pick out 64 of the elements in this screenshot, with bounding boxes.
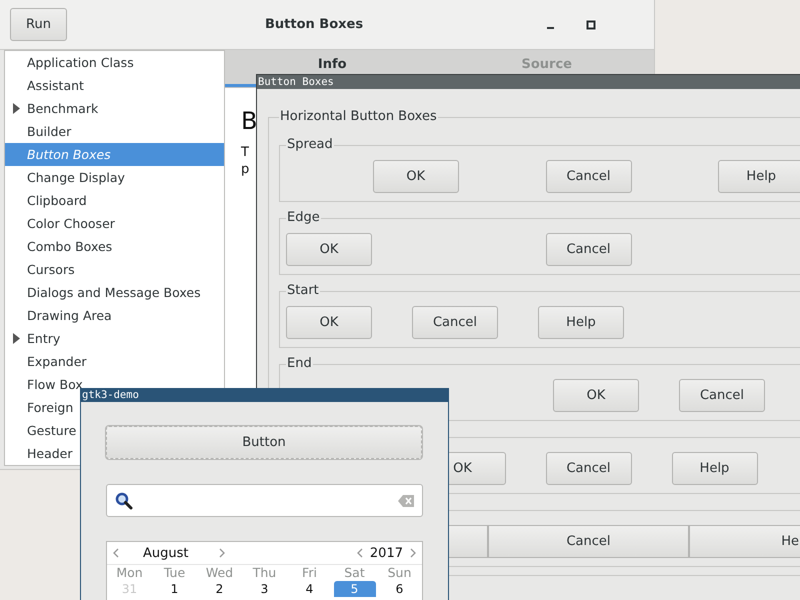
demo-list-item[interactable]: Dialogs and Message Boxes bbox=[5, 281, 224, 304]
dialog-button[interactable]: He bbox=[689, 525, 800, 558]
previous-year-icon[interactable] bbox=[356, 548, 363, 558]
frame-label: End bbox=[286, 356, 313, 372]
search-field[interactable] bbox=[106, 484, 423, 517]
window-title: Button Boxes bbox=[258, 76, 334, 88]
frame-label: Edge bbox=[286, 210, 321, 226]
dialog-button[interactable]: OK bbox=[372, 160, 459, 193]
month-label: August bbox=[143, 546, 188, 560]
dialog-button[interactable]: OK bbox=[553, 379, 639, 412]
calendar-day[interactable]: 2 bbox=[198, 581, 240, 597]
calendar-day[interactable]: 6 bbox=[378, 581, 420, 597]
window-title: Button Boxes bbox=[265, 17, 364, 32]
demo-list-item[interactable]: Change Display bbox=[5, 166, 224, 189]
info-text: T bbox=[241, 144, 249, 161]
run-button[interactable]: Run bbox=[10, 8, 67, 41]
demo-list-item[interactable]: Drawing Area bbox=[5, 304, 224, 327]
weekday-label: Sun bbox=[386, 565, 412, 581]
dialog-button[interactable]: Help bbox=[672, 452, 758, 485]
calendar-day[interactable]: 1 bbox=[154, 581, 196, 597]
search-icon bbox=[115, 492, 133, 510]
demo-list-item[interactable]: Builder bbox=[5, 120, 224, 143]
weekday-label: Fri bbox=[301, 565, 318, 581]
demo-list-item[interactable]: Clipboard bbox=[5, 189, 224, 212]
calendar-day[interactable]: 4 bbox=[288, 581, 330, 597]
demo-list-item[interactable]: Application Class bbox=[5, 51, 224, 74]
weekday-label: Thu bbox=[252, 565, 278, 581]
demo-list-item[interactable]: Expander bbox=[5, 350, 224, 373]
demo-list-item[interactable]: Combo Boxes bbox=[5, 235, 224, 258]
demo-list-item[interactable]: Color Chooser bbox=[5, 212, 224, 235]
info-text: p bbox=[241, 161, 250, 178]
expander-icon[interactable] bbox=[13, 103, 20, 114]
weekday-label: Wed bbox=[204, 565, 234, 581]
dialog-button[interactable]: Cancel bbox=[546, 233, 632, 266]
dialog-button[interactable]: Cancel bbox=[546, 160, 632, 193]
frame-label: Horizontal Button Boxes bbox=[279, 109, 438, 125]
calendar-day[interactable]: 3 bbox=[244, 581, 286, 597]
previous-month-icon[interactable] bbox=[113, 548, 119, 558]
dialog-button[interactable]: Cancel bbox=[488, 525, 690, 558]
demo-list-item[interactable]: Cursors bbox=[5, 258, 224, 281]
dialog-button[interactable]: Cancel bbox=[679, 379, 765, 412]
dialog-button[interactable]: OK bbox=[286, 306, 372, 339]
weekday-label: Sat bbox=[343, 565, 366, 581]
clear-icon[interactable] bbox=[398, 494, 414, 506]
demo-list-item[interactable]: Entry bbox=[5, 327, 224, 350]
demo-list-item[interactable]: Assistant bbox=[5, 74, 224, 97]
dialog-button[interactable]: Cancel bbox=[546, 452, 632, 485]
dialog-button[interactable]: Cancel bbox=[412, 306, 498, 339]
weekday-label: Tue bbox=[162, 565, 186, 581]
next-year-icon[interactable] bbox=[410, 548, 416, 558]
dialog-button[interactable]: OK bbox=[286, 233, 372, 266]
year-label: 2017 bbox=[370, 546, 403, 560]
info-heading: B bbox=[241, 106, 258, 136]
next-month-icon[interactable] bbox=[218, 548, 224, 558]
expander-icon[interactable] bbox=[13, 333, 20, 344]
push-button[interactable]: Button bbox=[106, 426, 422, 459]
dialog-button[interactable]: Help bbox=[538, 306, 624, 339]
weekday-label: Mon bbox=[115, 565, 144, 581]
frame-label: Start bbox=[286, 283, 320, 299]
window-title: gtk3-demo bbox=[82, 389, 139, 401]
demo-list-item[interactable]: Benchmark bbox=[5, 97, 224, 120]
frame-label: Spread bbox=[286, 137, 334, 153]
maximize-icon[interactable] bbox=[586, 20, 596, 30]
dialog-button[interactable]: Help bbox=[718, 160, 800, 193]
